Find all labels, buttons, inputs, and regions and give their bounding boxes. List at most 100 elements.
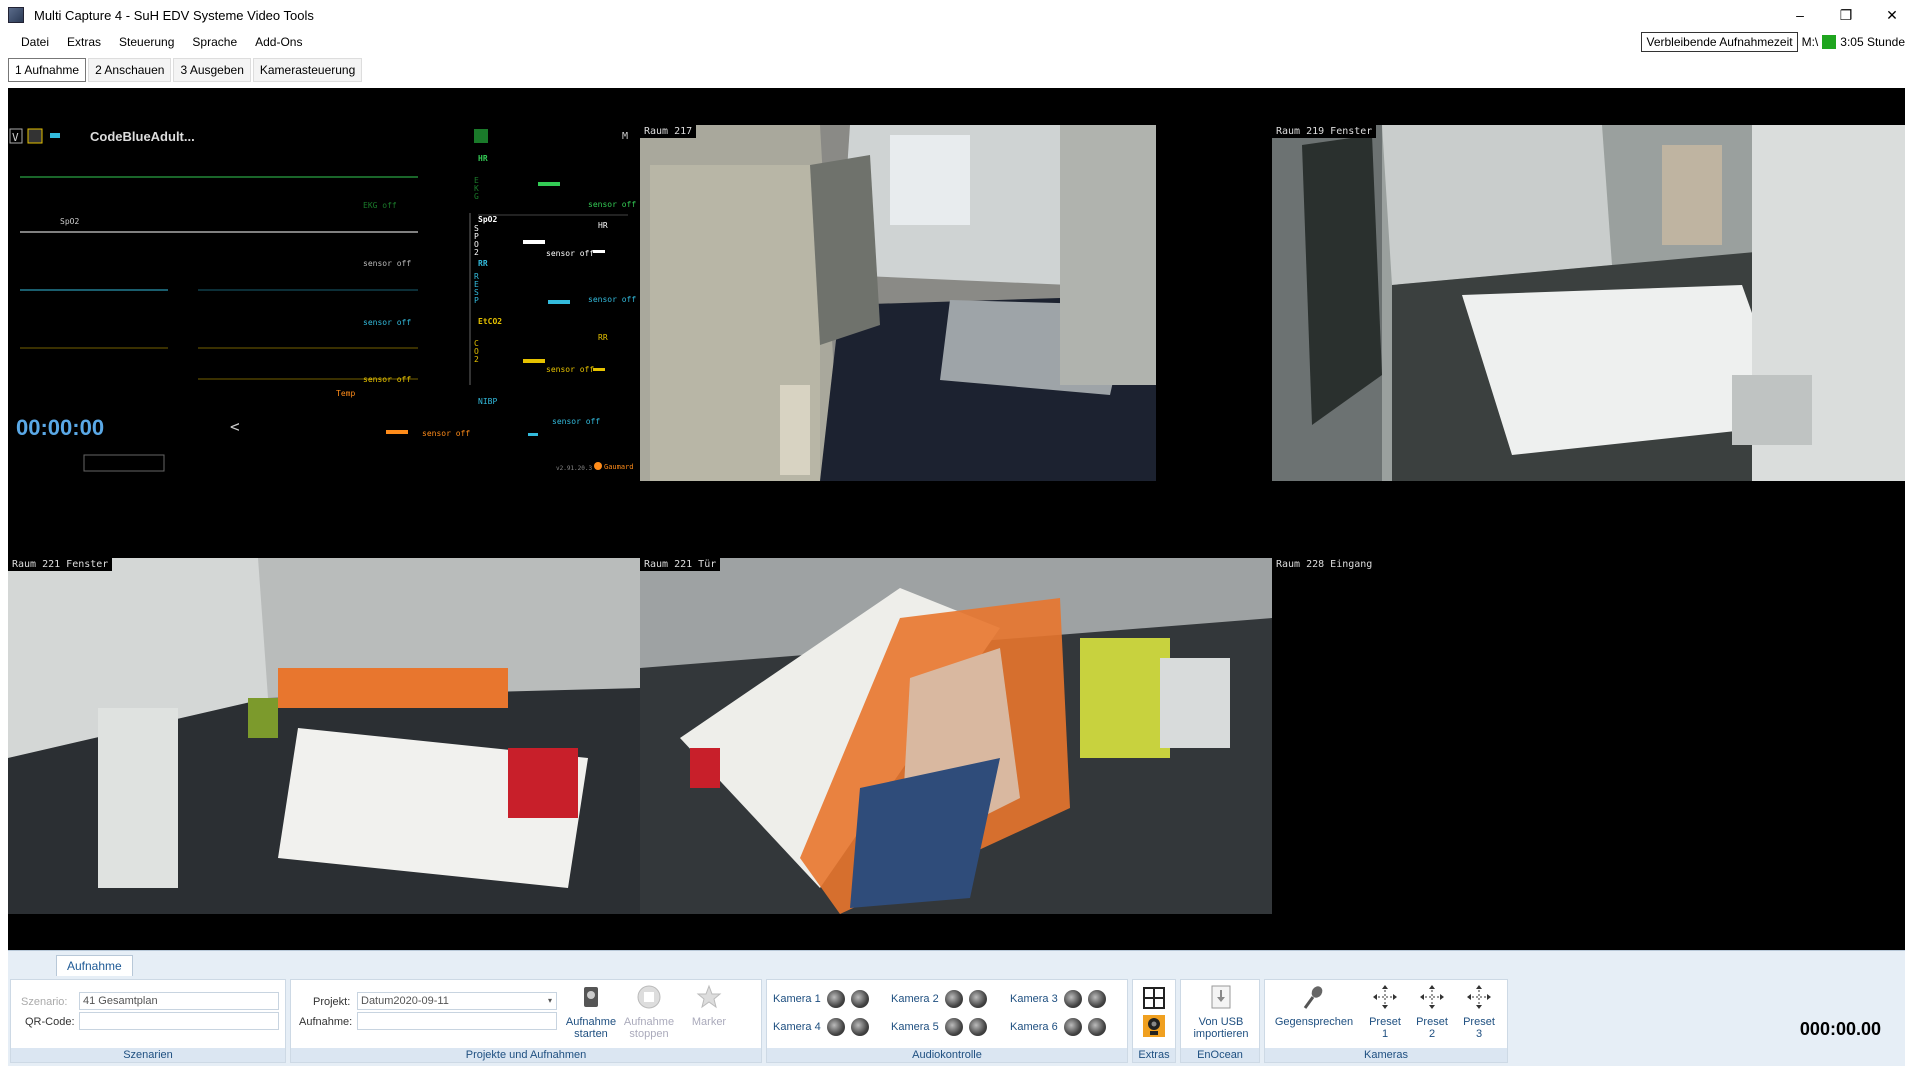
preset-1-button[interactable]: Preset 1 — [1363, 984, 1407, 1040]
kamera-4-volume-knob[interactable] — [826, 1018, 845, 1036]
monitor-hr-label: HR — [478, 154, 488, 163]
monitor-m-label: M — [622, 131, 629, 142]
audio-kamera-3: Kamera 3 — [1010, 990, 1106, 1008]
monitor-nibp-sensor-off: sensor off — [552, 417, 601, 426]
kamera-5-volume-knob[interactable] — [944, 1018, 963, 1036]
main-tabs: 1 Aufnahme 2 Anschauen 3 Ausgeben Kamera… — [8, 58, 364, 82]
camera-record-icon — [584, 987, 598, 1007]
webcam-icon[interactable] — [1142, 1014, 1166, 1038]
projekt-select[interactable]: Datum2020-09-11 ▾ — [357, 992, 557, 1010]
restore-button[interactable]: ❐ — [1823, 0, 1869, 30]
szenarien-caption: Szenarien — [11, 1048, 285, 1062]
menu-bar: Datei Extras Steuerung Sprache Add-Ons — [0, 30, 1915, 54]
camera-tile-4[interactable]: Raum 221 Tür — [640, 558, 1272, 914]
start-recording-label-2: starten — [574, 1028, 608, 1040]
usb-import-button[interactable]: Von USB importieren — [1187, 984, 1255, 1040]
menu-steuerung[interactable]: Steuerung — [110, 35, 183, 49]
qr-code-label: QR-Code: — [25, 1016, 75, 1028]
window-title: Multi Capture 4 - SuH EDV Systeme Video … — [34, 7, 314, 23]
kamera-3-mic-knob[interactable] — [1087, 990, 1106, 1008]
camera-label-3: Raum 221 Fenster — [8, 558, 113, 571]
usb-import-label-1: Von USB — [1198, 1016, 1244, 1028]
monitor-etco2-sensor-off: sensor off — [546, 365, 595, 374]
kamera-3-label: Kamera 3 — [1010, 993, 1058, 1005]
kamera-4-mic-knob[interactable] — [850, 1018, 869, 1036]
gegensprechen-button[interactable]: Gegensprechen — [1269, 984, 1359, 1028]
camera-label-5: Raum 228 Eingang — [1272, 558, 1377, 571]
monitor-arrow[interactable]: < — [230, 417, 240, 436]
monitor-vert-resp: RESP — [474, 272, 479, 305]
marker-label: Marker — [691, 1016, 727, 1028]
monitor-rr2-label: RR — [598, 333, 608, 342]
monitor-vert-ekg: EKG — [474, 176, 479, 201]
stop-recording-button[interactable]: Aufnahme stoppen — [621, 984, 677, 1040]
szenario-input[interactable]: 41 Gesamtplan — [79, 992, 279, 1010]
kameras-caption: Kameras — [1265, 1048, 1507, 1062]
tab-kamerasteuerung[interactable]: Kamerasteuerung — [252, 58, 363, 82]
camera-feed-3 — [8, 558, 640, 914]
qr-code-input[interactable] — [79, 1012, 279, 1030]
preset-3-label: Preset — [1463, 1016, 1495, 1028]
video-grid: V CodeBlueAdult... M SpO2 EKG off sensor… — [8, 88, 1905, 950]
move-arrows-icon — [1420, 985, 1444, 1009]
grid-layout-icon[interactable] — [1142, 986, 1166, 1010]
group-projekte: Projekt: Datum2020-09-11 ▾ Aufnahme: Auf… — [290, 979, 762, 1063]
monitor-sensor-off-2: sensor off — [363, 318, 412, 327]
patient-monitor-tile[interactable]: V CodeBlueAdult... M SpO2 EKG off sensor… — [8, 125, 640, 481]
microphone-icon — [1303, 986, 1323, 1009]
monitor-temp-sensor-off: sensor off — [422, 429, 471, 438]
tab-aufnahme[interactable]: 1 Aufnahme — [8, 58, 87, 82]
close-button[interactable]: ✕ — [1869, 0, 1915, 30]
start-recording-label-1: Aufnahme — [565, 1016, 617, 1028]
tab-ausgeben[interactable]: 3 Ausgeben — [173, 58, 251, 82]
tab-anschauen[interactable]: 2 Anschauen — [88, 58, 172, 82]
stop-recording-label-1: Aufnahme — [623, 1016, 675, 1028]
kamera-1-label: Kamera 1 — [773, 993, 821, 1005]
marker-button[interactable]: Marker — [683, 984, 735, 1028]
control-panel: Aufnahme Szenario: 41 Gesamtplan QR-Code… — [8, 950, 1905, 1066]
camera-tile-5[interactable]: Raum 228 Eingang — [1272, 558, 1905, 914]
drive-label: M:\ — [1801, 35, 1819, 49]
minimize-button[interactable]: – — [1777, 0, 1823, 30]
audio-kamera-2: Kamera 2 — [891, 990, 987, 1008]
remaining-time: Verbleibende Aufnahmezeit M:\ 3:05 Stund… — [1641, 32, 1905, 52]
camera-feed-4 — [640, 558, 1272, 914]
aufnahme-input[interactable] — [357, 1012, 557, 1030]
menu-extras[interactable]: Extras — [58, 35, 110, 49]
aufnahme-label: Aufnahme: — [299, 1016, 353, 1028]
menu-sprache[interactable]: Sprache — [183, 35, 246, 49]
camera-tile-1[interactable]: Raum 217 — [640, 125, 1156, 481]
preset-3-button[interactable]: Preset 3 — [1457, 984, 1501, 1040]
menu-datei[interactable]: Datei — [12, 35, 58, 49]
camera-label-1: Raum 217 — [640, 125, 697, 138]
kamera-6-mic-knob[interactable] — [1087, 1018, 1106, 1036]
audio-kamera-4: Kamera 4 — [773, 1018, 869, 1036]
kamera-2-mic-knob[interactable] — [968, 990, 987, 1008]
monitor-spo2-label: SpO2 — [478, 215, 498, 224]
kamera-3-volume-knob[interactable] — [1063, 990, 1082, 1008]
monitor-spo2-wave-label: SpO2 — [60, 217, 80, 226]
camera-tile-3[interactable]: Raum 221 Fenster — [8, 558, 640, 914]
monitor-sensor-off-1: sensor off — [363, 259, 412, 268]
kamera-2-volume-knob[interactable] — [944, 990, 963, 1008]
audio-kamera-6: Kamera 6 — [1010, 1018, 1106, 1036]
kamera-1-mic-knob[interactable] — [850, 990, 869, 1008]
audio-kamera-1: Kamera 1 — [773, 990, 869, 1008]
kamera-5-mic-knob[interactable] — [968, 1018, 987, 1036]
chevron-down-icon: ▾ — [547, 996, 552, 1005]
projekt-select-value: Datum2020-09-11 — [361, 995, 449, 1007]
projekt-label: Projekt: — [313, 996, 351, 1008]
panel-tab-aufnahme[interactable]: Aufnahme — [56, 955, 133, 976]
menu-addons[interactable]: Add-Ons — [246, 35, 311, 49]
kamera-1-volume-knob[interactable] — [826, 990, 845, 1008]
kamera-5-label: Kamera 5 — [891, 1021, 939, 1033]
monitor-rr-label: RR — [478, 259, 488, 268]
monitor-vert-spo2: SPO2 — [474, 224, 479, 257]
monitor-temp-label: Temp — [336, 389, 356, 398]
projekte-caption: Projekte und Aufnahmen — [291, 1048, 761, 1062]
remaining-time-label: Verbleibende Aufnahmezeit — [1641, 32, 1798, 52]
kamera-6-volume-knob[interactable] — [1063, 1018, 1082, 1036]
preset-2-button[interactable]: Preset 2 — [1410, 984, 1454, 1040]
camera-tile-2[interactable]: Raum 219 Fenster — [1272, 125, 1905, 481]
start-recording-button[interactable]: Aufnahme starten — [563, 984, 619, 1040]
